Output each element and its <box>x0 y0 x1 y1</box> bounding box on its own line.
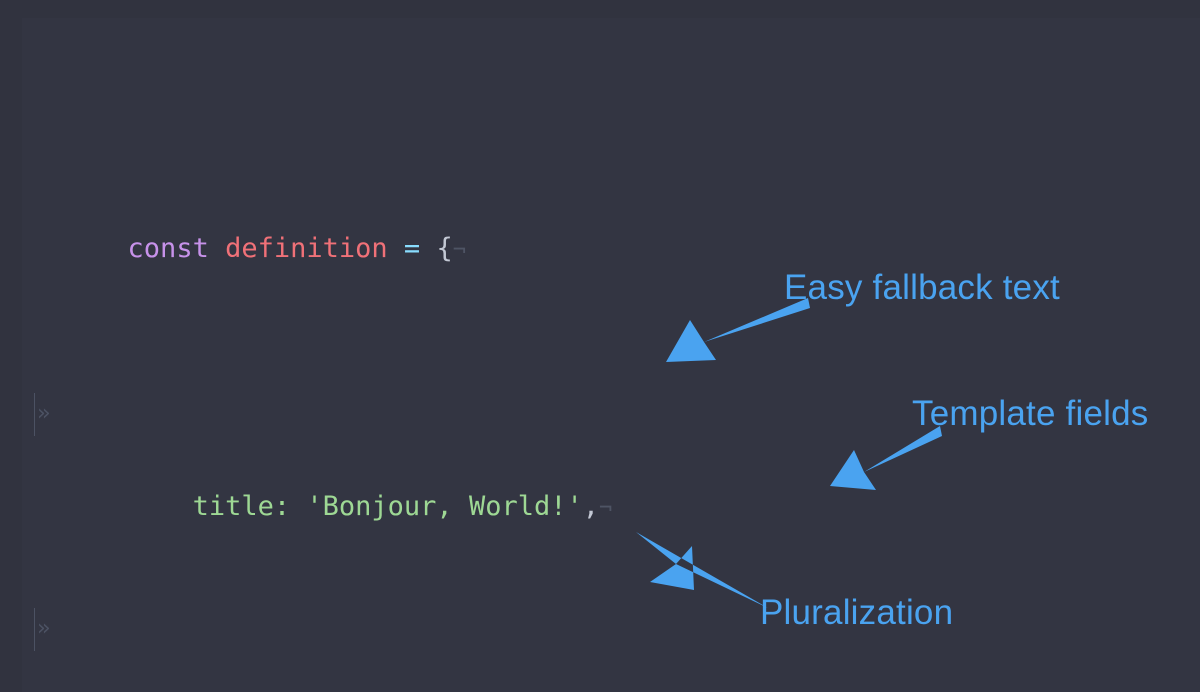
indent-guide <box>34 607 50 651</box>
token-keyword-const: const <box>127 233 209 264</box>
token-brace-open: { <box>436 233 453 264</box>
eol-marker: ¬ <box>452 238 466 263</box>
code-screenshot: const definition = {¬ title: 'Bonjour, W… <box>0 0 1200 692</box>
token-identifier-definition: definition <box>225 233 388 264</box>
token-operator-assign: = <box>403 233 421 264</box>
token-comma: , <box>582 491 599 522</box>
code-line: apples: { one: 'apple', many: '{{count}}… <box>0 607 1200 657</box>
code-line: const definition = {¬ <box>0 184 1200 264</box>
indent-guide <box>34 392 50 436</box>
token-string-title: 'Bonjour, World!' <box>306 491 583 522</box>
annotation-label-easy-fallback-text: Easy fallback text <box>784 268 1060 307</box>
eol-marker: ¬ <box>599 496 613 521</box>
annotation-label-template-fields: Template fields <box>912 394 1149 433</box>
code-block: const definition = {¬ title: 'Bonjour, W… <box>0 12 1200 692</box>
annotation-label-pluralization: Pluralization <box>760 593 954 632</box>
token-property-title: title: <box>192 491 291 522</box>
